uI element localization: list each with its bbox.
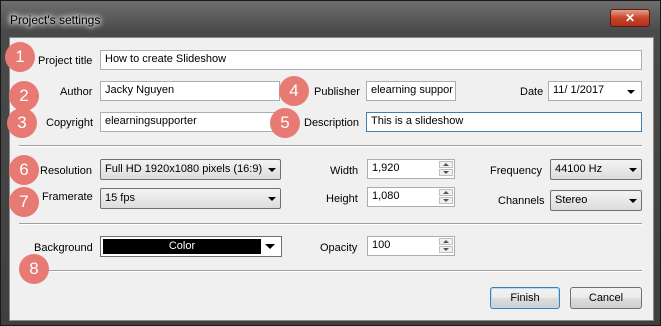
- publisher-label: Publisher: [314, 86, 360, 98]
- channels-label: Channels: [498, 195, 545, 207]
- resolution-label: Resolution: [40, 165, 92, 177]
- callout-badge: 6: [9, 155, 39, 185]
- spin-buttons[interactable]: [439, 189, 453, 205]
- callout-badge: 5: [270, 108, 300, 138]
- callout-badge: 8: [19, 254, 49, 284]
- resolution-value: Full HD 1920x1080 pixels (16:9): [105, 163, 263, 175]
- separator: [19, 145, 642, 147]
- author-label: Author: [60, 86, 93, 98]
- framerate-label: Framerate: [42, 191, 93, 203]
- separator: [19, 223, 642, 225]
- decrement-icon[interactable]: [439, 246, 453, 253]
- spin-buttons[interactable]: [439, 238, 453, 254]
- date-picker[interactable]: 11/ 1/2017: [548, 81, 642, 101]
- chevron-down-icon: [268, 168, 276, 172]
- framerate-value: 15 fps: [105, 192, 135, 204]
- channels-dropdown[interactable]: Stereo: [550, 190, 642, 211]
- resolution-dropdown[interactable]: Full HD 1920x1080 pixels (16:9): [100, 159, 281, 180]
- project-title-label: Project title: [38, 55, 93, 67]
- finish-button[interactable]: Finish: [490, 287, 560, 309]
- dialog-title: Project's settings: [10, 13, 101, 27]
- chevron-down-icon: [629, 168, 637, 172]
- callout-badge: 2: [9, 81, 39, 111]
- callout-badge: 1: [5, 42, 35, 72]
- title-bar[interactable]: Project's settings ✕: [1, 1, 660, 37]
- chevron-down-icon: [265, 244, 275, 249]
- frequency-dropdown[interactable]: 44100 Hz: [550, 159, 642, 180]
- decrement-icon[interactable]: [439, 169, 453, 176]
- opacity-stepper[interactable]: 100: [367, 236, 455, 256]
- project-title-input[interactable]: How to create Slideshow: [100, 50, 642, 70]
- width-label: Width: [330, 165, 359, 177]
- increment-icon[interactable]: [439, 189, 453, 196]
- framerate-dropdown[interactable]: 15 fps: [100, 188, 281, 209]
- background-label: Background: [34, 242, 93, 254]
- date-label: Date: [520, 86, 544, 98]
- project-settings-dialog: Project's settings ✕ Project title How t…: [0, 0, 661, 326]
- date-value: 11/ 1/2017: [553, 84, 605, 96]
- spin-buttons[interactable]: [439, 161, 453, 177]
- copyright-input[interactable]: elearningsupporter: [100, 112, 280, 132]
- increment-icon[interactable]: [439, 238, 453, 245]
- height-value: 1,080: [372, 190, 400, 202]
- opacity-label: Opacity: [320, 242, 358, 254]
- callout-badge: 7: [9, 187, 39, 217]
- width-stepper[interactable]: 1,920: [367, 159, 455, 179]
- height-label: Height: [326, 193, 358, 205]
- channels-value: Stereo: [555, 194, 588, 206]
- separator: [19, 270, 642, 272]
- chevron-down-icon: [268, 197, 276, 201]
- cancel-button[interactable]: Cancel: [570, 287, 642, 309]
- height-stepper[interactable]: 1,080: [367, 187, 455, 207]
- author-input[interactable]: Jacky Nguyen: [100, 81, 280, 101]
- opacity-value: 100: [372, 239, 391, 251]
- background-color-picker[interactable]: Color: [100, 236, 282, 257]
- decrement-icon[interactable]: [439, 197, 453, 204]
- publisher-input[interactable]: elearning suppor: [366, 81, 456, 101]
- description-label: Description: [304, 117, 360, 129]
- chevron-down-icon[interactable]: [627, 90, 635, 94]
- description-input[interactable]: This is a slideshow: [366, 112, 642, 132]
- dialog-body: Project title How to create Slideshow Au…: [9, 37, 654, 321]
- copyright-label: Copyright: [46, 117, 94, 129]
- increment-icon[interactable]: [439, 161, 453, 168]
- callout-badge: 3: [7, 108, 37, 138]
- color-swatch: Color: [103, 239, 261, 254]
- width-value: 1,920: [372, 162, 400, 174]
- close-button[interactable]: ✕: [610, 9, 650, 27]
- callout-badge: 4: [279, 76, 309, 106]
- frequency-value: 44100 Hz: [555, 163, 603, 175]
- chevron-down-icon: [629, 199, 637, 203]
- frequency-label: Frequency: [490, 165, 542, 177]
